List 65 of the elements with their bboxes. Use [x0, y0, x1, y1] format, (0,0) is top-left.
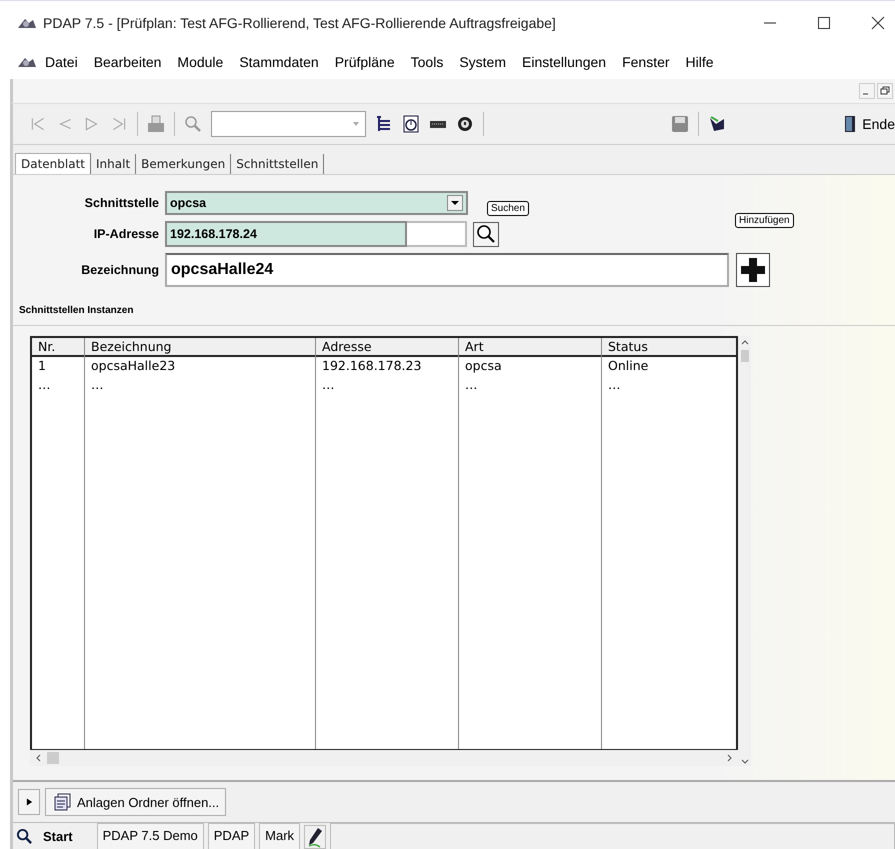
window-title: PDAP 7.5 - [Prüfplan: Test AFG-Rollierend, Test AFG-Rollierende Auftragsfreigabe] — [43, 15, 556, 31]
tab[interactable]: Datenblatt — [15, 153, 92, 174]
table-cell-text: … — [90, 376, 104, 394]
name-field[interactable]: opcsaHalle24 — [165, 253, 729, 287]
maximize-icon[interactable] — [817, 16, 831, 30]
save-icon[interactable] — [671, 115, 690, 133]
scrollbar-thumb[interactable] — [740, 350, 748, 362]
help-icon[interactable] — [456, 115, 474, 133]
scrollbar-thumb[interactable] — [47, 752, 59, 764]
expand-button[interactable] — [18, 789, 40, 815]
menu-item[interactable]: Stammdaten — [231, 54, 327, 70]
taskbar-item[interactable]: PDAP 7.5 Demo — [96, 823, 204, 849]
column-header[interactable]: Bezeichnung — [85, 338, 315, 357]
taskbar-item[interactable]: PDAP — [208, 823, 256, 849]
column-header[interactable]: Adresse — [316, 338, 458, 357]
restore-icon[interactable] — [877, 83, 893, 99]
menu-item[interactable]: Einstellungen — [514, 54, 614, 70]
input-field[interactable] — [407, 221, 467, 247]
menu-item[interactable]: Module — [169, 54, 232, 70]
table-cell-text: 1 — [37, 357, 47, 375]
column-header[interactable]: Status — [602, 338, 736, 357]
stopwatch-icon[interactable] — [402, 115, 420, 133]
tooltip: Hinzufügen — [735, 213, 794, 228]
menu-item[interactable]: Prüfpläne — [326, 54, 403, 70]
close-icon[interactable] — [871, 16, 885, 30]
menu-item[interactable]: Tools — [402, 54, 452, 70]
search-icon — [476, 224, 496, 244]
column-header[interactable]: Nr. — [32, 338, 84, 357]
add-button[interactable] — [736, 253, 770, 287]
field-label: IP-Adresse — [92, 227, 160, 241]
open-attachments-button[interactable]: Anlagen Ordner öffnen... — [45, 788, 226, 816]
table-cell-text: … — [464, 376, 478, 394]
table-cell-text: 192.168.178.23 — [321, 357, 422, 375]
table-cell-text: … — [37, 376, 52, 394]
ip-address-field[interactable]: 192.168.178.24 — [165, 221, 407, 247]
toolbar-combo-box[interactable] — [211, 111, 366, 137]
pen-icon[interactable] — [304, 824, 326, 848]
field-label: Schnittstelle — [84, 196, 160, 210]
app-logo-icon — [17, 16, 37, 30]
menu-item[interactable]: Datei — [43, 54, 86, 70]
table-cell-text: Online — [607, 357, 650, 375]
start-button[interactable]: Start — [13, 823, 93, 849]
menu-item[interactable]: Hilfe — [678, 54, 722, 70]
exit-button[interactable]: Ende — [844, 115, 895, 133]
triangle-icon — [26, 797, 32, 807]
table-cell-text: … — [607, 376, 622, 394]
app-logo-icon — [17, 55, 37, 69]
table-cell-text: opcsaHalle23 — [90, 357, 176, 375]
table-cell-text: opcsa — [464, 357, 503, 375]
taskbar-item[interactable]: Mark — [259, 823, 300, 849]
door-icon — [844, 115, 856, 133]
plus-icon — [738, 255, 768, 285]
tooltip: Suchen — [487, 201, 529, 216]
interface-select[interactable]: opcsa — [165, 191, 468, 215]
field-label: Bezeichnung — [80, 263, 160, 277]
table-cell-text: … — [321, 376, 336, 394]
menu-item[interactable]: System — [451, 54, 514, 70]
documents-icon — [52, 793, 72, 811]
menu-item[interactable]: Bearbeiten — [86, 54, 170, 70]
section-title: Schnittstellen Instanzen — [13, 287, 895, 326]
menu-item[interactable]: Fenster — [614, 54, 678, 70]
tree-view-icon[interactable] — [375, 115, 393, 133]
search-icon — [16, 828, 33, 845]
column-header[interactable]: Art — [459, 338, 601, 357]
search-button[interactable] — [473, 222, 499, 246]
